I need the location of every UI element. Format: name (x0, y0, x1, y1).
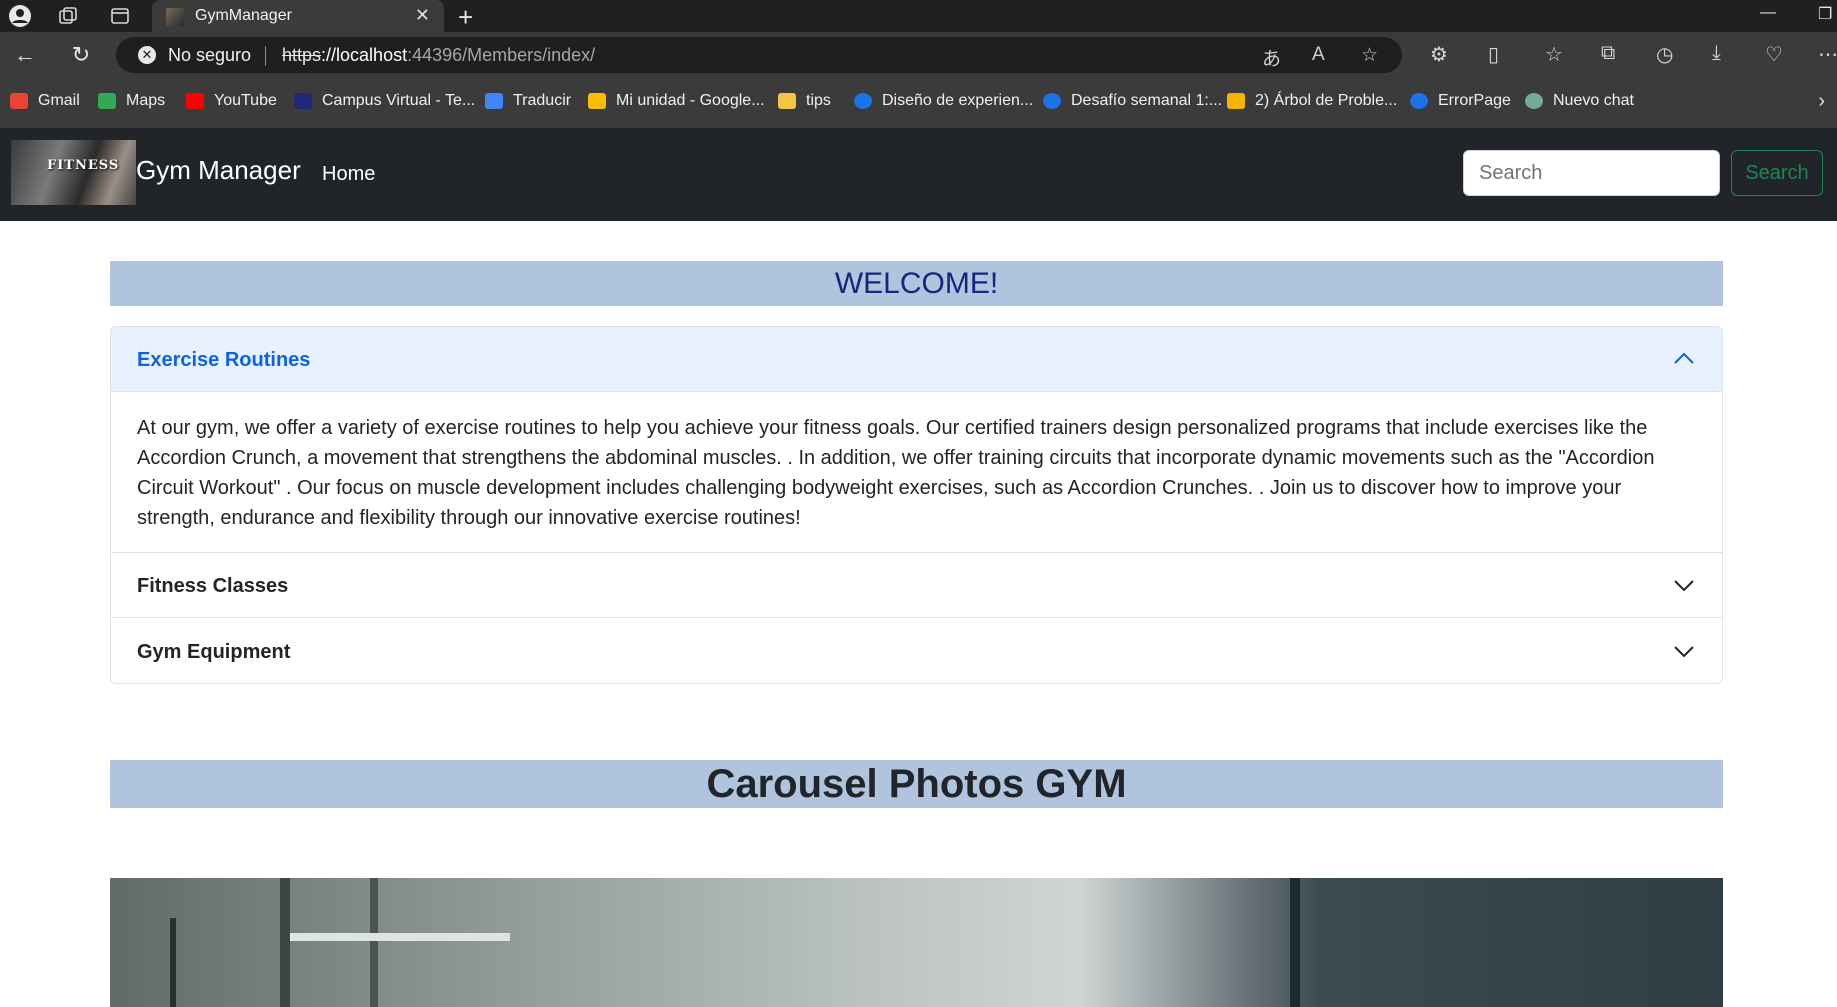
logo-text: FITNESS (47, 158, 120, 173)
gym-equipment-shape (280, 878, 290, 1007)
active-tab[interactable]: GymManager ✕ (152, 0, 444, 32)
browser-toolbar: ← ↻ ✕ No seguro https://localhost:44396/… (0, 32, 1837, 78)
back-icon[interactable]: ← (10, 41, 40, 69)
search-button[interactable]: Search (1731, 150, 1823, 196)
tab-title: GymManager (195, 7, 292, 24)
favorite-star-icon[interactable]: ☆ (1361, 44, 1378, 67)
bookmarks-bar: Gmail Maps YouTube Campus Virtual - Te..… (0, 78, 1837, 129)
bookmark-label: Diseño de experien... (882, 92, 1034, 109)
url-text[interactable]: https://localhost:44396/Members/index/ (282, 45, 595, 66)
bookmark-traducir[interactable]: Traducir (485, 92, 571, 110)
gmail-icon (10, 93, 28, 109)
minimize-icon[interactable]: — (1760, 4, 1776, 22)
favorites-icon[interactable]: ☆ (1545, 42, 1563, 67)
bookmark-label: Nuevo chat (1553, 92, 1634, 109)
folder-icon (778, 93, 796, 109)
bookmark-label: YouTube (214, 92, 277, 109)
security-status[interactable]: No seguro (168, 45, 251, 66)
downloads-icon[interactable]: ⤓ (1712, 42, 1721, 65)
chatgpt-icon (1525, 93, 1543, 109)
bookmark-diseno[interactable]: Diseño de experien... (854, 92, 1033, 110)
site-navbar: FITNESS Gym Manager Home Search (0, 128, 1837, 221)
collections-icon[interactable]: ⧉ (1601, 42, 1615, 65)
profile-icon[interactable] (4, 4, 36, 28)
bookmark-label: Campus Virtual - Te... (322, 92, 476, 109)
accordion-item-fitness-classes[interactable]: Fitness Classes (111, 553, 1722, 618)
campus-virtual-icon (294, 93, 312, 109)
bookmark-nuevo-chat[interactable]: Nuevo chat (1525, 92, 1634, 110)
restore-icon[interactable]: ❐ (1818, 4, 1832, 24)
bookmark-label: Maps (126, 92, 166, 109)
bookmark-youtube[interactable]: YouTube (186, 92, 277, 110)
gym-equipment-shape (1290, 878, 1300, 1007)
tab-favicon-icon (166, 8, 184, 26)
bookmark-desafio[interactable]: Desafío semanal 1:... (1043, 92, 1222, 110)
split-screen-icon[interactable]: ▯ (1488, 42, 1499, 67)
translate-app-icon (485, 93, 503, 109)
accordion-title: Exercise Routines (137, 349, 311, 371)
carousel-header: Carousel Photos GYM (110, 760, 1723, 808)
bookmark-label: Gmail (38, 92, 80, 109)
gym-equipment-shape (170, 918, 176, 1007)
url-path: :44396/Members/index/ (407, 45, 596, 65)
chevron-down-icon (1674, 646, 1694, 658)
accordion-item-gym-equipment[interactable]: Gym Equipment (111, 619, 1722, 683)
c-site-icon (854, 93, 872, 109)
youtube-icon (186, 93, 204, 109)
maps-icon (98, 93, 116, 109)
bookmark-campus-virtual[interactable]: Campus Virtual - Te... (294, 92, 475, 110)
new-tab-icon[interactable]: + (458, 2, 473, 33)
tab-close-icon[interactable]: ✕ (415, 5, 430, 26)
brand-name[interactable]: Gym Manager (136, 155, 301, 186)
not-secure-icon[interactable]: ✕ (138, 46, 156, 64)
tab-actions-icon[interactable] (104, 4, 136, 28)
chevron-down-icon (1674, 580, 1694, 592)
bookmark-arbol[interactable]: 2) Árbol de Proble... (1227, 92, 1397, 110)
browser-essentials-icon[interactable]: ♡ (1765, 42, 1783, 67)
c-site-icon (1410, 93, 1428, 109)
gym-logo[interactable]: FITNESS (11, 140, 136, 205)
accordion-body-exercise-routines: At our gym, we offer a variety of exerci… (111, 392, 1722, 553)
accordion-title: Gym Equipment (137, 641, 291, 663)
bookmark-tips[interactable]: tips (778, 92, 831, 110)
address-bar[interactable]: ✕ No seguro https://localhost:44396/Memb… (116, 37, 1402, 73)
bookmark-label: 2) Árbol de Proble... (1255, 92, 1398, 109)
nav-link-home[interactable]: Home (322, 163, 375, 186)
browser-tab-bar: GymManager ✕ + — ❐ (0, 0, 1837, 32)
accordion-title: Fitness Classes (137, 575, 289, 597)
classroom-icon (1227, 93, 1245, 109)
bookmark-label: Mi unidad - Google... (616, 92, 765, 109)
url-host: ://localhost (321, 45, 408, 65)
more-menu-icon[interactable]: ⋯ (1818, 42, 1837, 67)
search-input[interactable] (1463, 150, 1720, 196)
bookmark-label: tips (806, 92, 831, 109)
welcome-header: WELCOME! (110, 261, 1723, 306)
read-aloud-icon[interactable]: A (1312, 44, 1325, 66)
bookmark-label: Traducir (513, 92, 572, 109)
bookmark-gmail[interactable]: Gmail (10, 92, 80, 110)
bookmark-errorpage[interactable]: ErrorPage (1410, 92, 1511, 110)
history-icon[interactable]: ◷ (1656, 42, 1673, 67)
bookmarks-overflow-icon[interactable]: › (1818, 90, 1825, 113)
c-site-icon (1043, 93, 1061, 109)
url-scheme: https (282, 45, 322, 65)
extensions-icon[interactable]: ⚙ (1430, 42, 1448, 67)
bookmark-maps[interactable]: Maps (98, 92, 165, 110)
chevron-up-icon (1674, 352, 1694, 364)
omnibox-divider (265, 46, 266, 66)
accordion: Exercise Routines At our gym, we offer a… (110, 326, 1723, 684)
bookmark-mi-unidad[interactable]: Mi unidad - Google... (588, 92, 765, 110)
workspaces-icon[interactable] (52, 4, 84, 28)
bookmark-label: ErrorPage (1438, 92, 1511, 109)
accordion-item-exercise-routines[interactable]: Exercise Routines (111, 327, 1722, 392)
reload-icon[interactable]: ↻ (66, 41, 96, 69)
bookmark-label: Desafío semanal 1:... (1071, 92, 1223, 109)
translate-icon[interactable]: あ (1262, 44, 1281, 71)
gym-equipment-shape (370, 878, 378, 1007)
google-drive-icon (588, 93, 606, 109)
carousel-image[interactable] (110, 878, 1723, 1007)
gym-equipment-shape (290, 933, 510, 941)
